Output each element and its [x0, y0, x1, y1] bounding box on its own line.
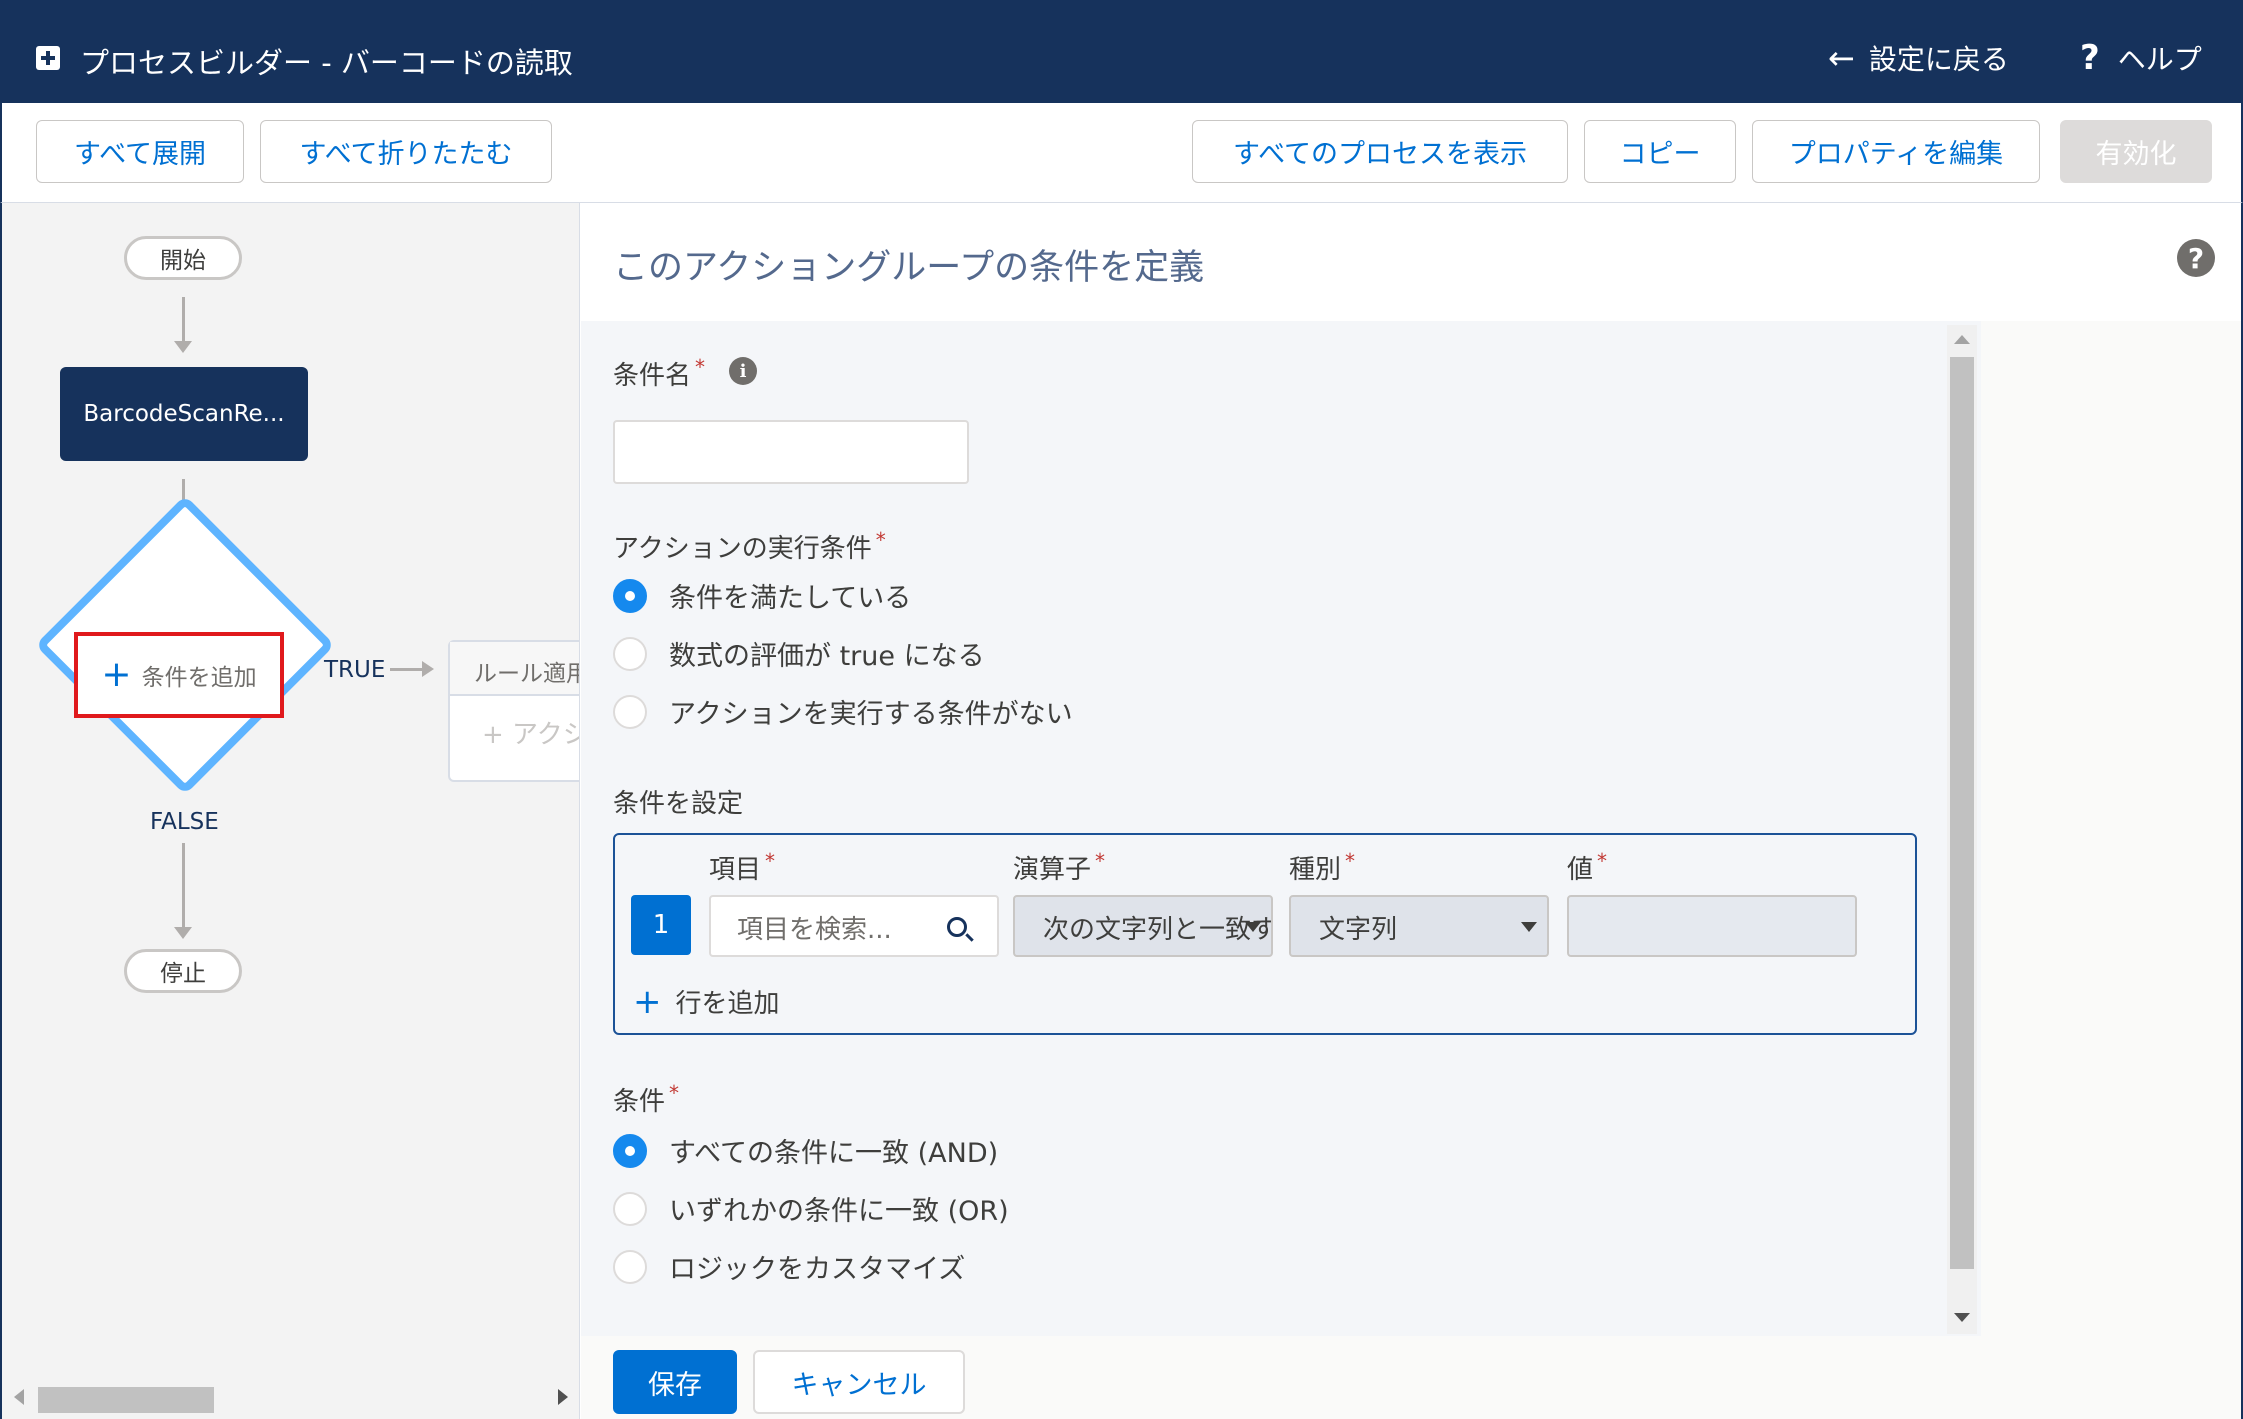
horizontal-scrollbar[interactable] [4, 1381, 578, 1415]
connector-line [182, 843, 185, 929]
radio-button[interactable] [613, 694, 647, 729]
radio-button[interactable] [613, 578, 647, 613]
plus-icon: + [101, 654, 132, 695]
connector-line [182, 297, 185, 343]
app-header: プロセスビルダー - バーコードの読取 ← 設定に戻る ? ヘルプ [0, 0, 2243, 103]
radio-label: アクションを実行する条件がない [669, 699, 1073, 730]
criteria-form: 条件名 * i アクションの実行条件 * 条件を満たしている 数式の評価が true… [581, 321, 1981, 1336]
condition-row-box: 項目* 演算子* 種別* 値* 1 項目を検索... 次の文字列と一致する 文字… [613, 833, 1917, 1035]
connector-arrow [174, 341, 192, 353]
field-search-placeholder: 項目を検索... [737, 915, 892, 945]
copy-button[interactable]: コピー [1584, 120, 1736, 183]
type-select[interactable]: 文字列 [1289, 895, 1549, 957]
page-title: プロセスビルダー - バーコードの読取 [80, 46, 573, 80]
scroll-left-icon[interactable] [14, 1389, 24, 1405]
vertical-scrollbar[interactable] [1947, 325, 1977, 1334]
true-connector-line [390, 668, 426, 671]
field-search-input[interactable]: 項目を検索... [709, 895, 999, 957]
chevron-down-icon [1245, 922, 1261, 932]
field-column-label: 項目 * [709, 849, 776, 885]
operator-column-label: 演算子 * [1013, 849, 1106, 885]
false-branch-label: FALSE [150, 809, 219, 835]
conditions-label: 条件 * [613, 1081, 680, 1117]
operator-select[interactable]: 次の文字列と一致する [1013, 895, 1273, 957]
criteria-name-label: 条件名 * [613, 355, 706, 391]
true-connector-arrow [422, 661, 434, 677]
add-criteria-button[interactable]: + 条件を追加 [74, 632, 284, 718]
radio-no-criteria[interactable]: アクションを実行する条件がない [613, 692, 1073, 731]
radio-label: いずれかの条件に一致 (OR) [669, 1196, 1009, 1227]
arrow-left-icon: ← [1828, 39, 1855, 77]
panel-title: このアクショングループの条件を定義 [613, 248, 1205, 288]
info-icon[interactable]: i [729, 357, 757, 385]
question-icon: ? [2080, 38, 2100, 78]
radio-all-conditions[interactable]: すべての条件に一致 (AND) [613, 1131, 998, 1170]
help-icon[interactable]: ? [2177, 239, 2215, 277]
scroll-down-icon[interactable] [1954, 1313, 1970, 1322]
radio-custom-logic[interactable]: ロジックをカスタマイズ [613, 1247, 965, 1286]
radio-label: すべての条件に一致 (AND) [669, 1138, 999, 1169]
radio-formula-true[interactable]: 数式の評価が true になる [613, 634, 985, 673]
type-column-label: 種別 * [1289, 849, 1356, 885]
process-builder-icon [36, 46, 60, 70]
process-canvas: 開始 BarcodeScanRe... + 条件を追加 TRUE ルール適用 +… [0, 203, 580, 1419]
scrollbar-thumb[interactable] [1950, 357, 1974, 1269]
radio-conditions-met[interactable]: 条件を満たしている [613, 576, 911, 615]
radio-label: ロジックをカスタマイズ [669, 1254, 966, 1285]
help-link[interactable]: ? ヘルプ [2080, 38, 2202, 78]
add-row-button[interactable]: + 行を追加 [633, 983, 780, 1020]
criteria-name-input[interactable] [613, 420, 969, 484]
radio-button[interactable] [613, 636, 647, 671]
search-icon [947, 917, 967, 937]
activate-button[interactable]: 有効化 [2060, 120, 2212, 183]
radio-label: 数式の評価が true になる [669, 641, 985, 672]
true-branch-label: TRUE [324, 657, 386, 683]
value-input[interactable] [1567, 895, 1857, 957]
view-all-processes-button[interactable]: すべてのプロセスを表示 [1192, 120, 1568, 183]
connector-arrow [174, 927, 192, 939]
radio-button[interactable] [613, 1249, 647, 1284]
edit-properties-button[interactable]: プロパティを編集 [1752, 120, 2040, 183]
immediate-actions-card[interactable]: ルール適用 + アクション [448, 640, 579, 782]
toolbar: すべて展開 すべて折りたたむ すべてのプロセスを表示 コピー プロパティを編集 … [0, 103, 2243, 203]
object-node[interactable]: BarcodeScanRe... [60, 367, 308, 461]
add-action-link[interactable]: + アクション [450, 696, 579, 751]
value-column-label: 値 * [1567, 849, 1608, 885]
scroll-right-icon[interactable] [558, 1389, 568, 1405]
start-node: 開始 [124, 236, 242, 280]
execute-actions-label: アクションの実行条件 * [613, 528, 886, 564]
scroll-up-icon[interactable] [1954, 335, 1970, 344]
criteria-panel: このアクショングループの条件を定義 ? 条件名 * i アクションの実行条件 * 条… [581, 203, 2243, 1419]
radio-any-condition[interactable]: いずれかの条件に一致 (OR) [613, 1189, 1009, 1228]
add-row-label: 行を追加 [675, 989, 780, 1019]
back-to-setup-label: 設定に戻る [1868, 43, 2009, 76]
help-label: ヘルプ [2117, 43, 2202, 76]
row-number-badge: 1 [631, 895, 691, 955]
chevron-down-icon [1521, 922, 1537, 932]
operator-select-value: 次の文字列と一致する [1043, 915, 1271, 945]
radio-button[interactable] [613, 1133, 647, 1168]
scrollbar-thumb[interactable] [38, 1387, 214, 1413]
stop-node: 停止 [124, 949, 242, 993]
panel-header: このアクショングループの条件を定義 ? [581, 203, 2241, 321]
save-button[interactable]: 保存 [613, 1350, 737, 1414]
add-criteria-label: 条件を追加 [141, 665, 257, 691]
radio-button[interactable] [613, 1191, 647, 1226]
rule-card-title: ルール適用 [450, 642, 579, 696]
cancel-button[interactable]: キャンセル [753, 1350, 965, 1414]
collapse-all-button[interactable]: すべて折りたたむ [260, 120, 552, 183]
type-select-value: 文字列 [1319, 915, 1398, 945]
plus-icon: + [633, 981, 662, 1022]
expand-all-button[interactable]: すべて展開 [36, 120, 244, 183]
set-conditions-label: 条件を設定 [613, 789, 744, 819]
radio-label: 条件を満たしている [669, 583, 912, 614]
back-to-setup-link[interactable]: ← 設定に戻る [1828, 38, 2009, 78]
